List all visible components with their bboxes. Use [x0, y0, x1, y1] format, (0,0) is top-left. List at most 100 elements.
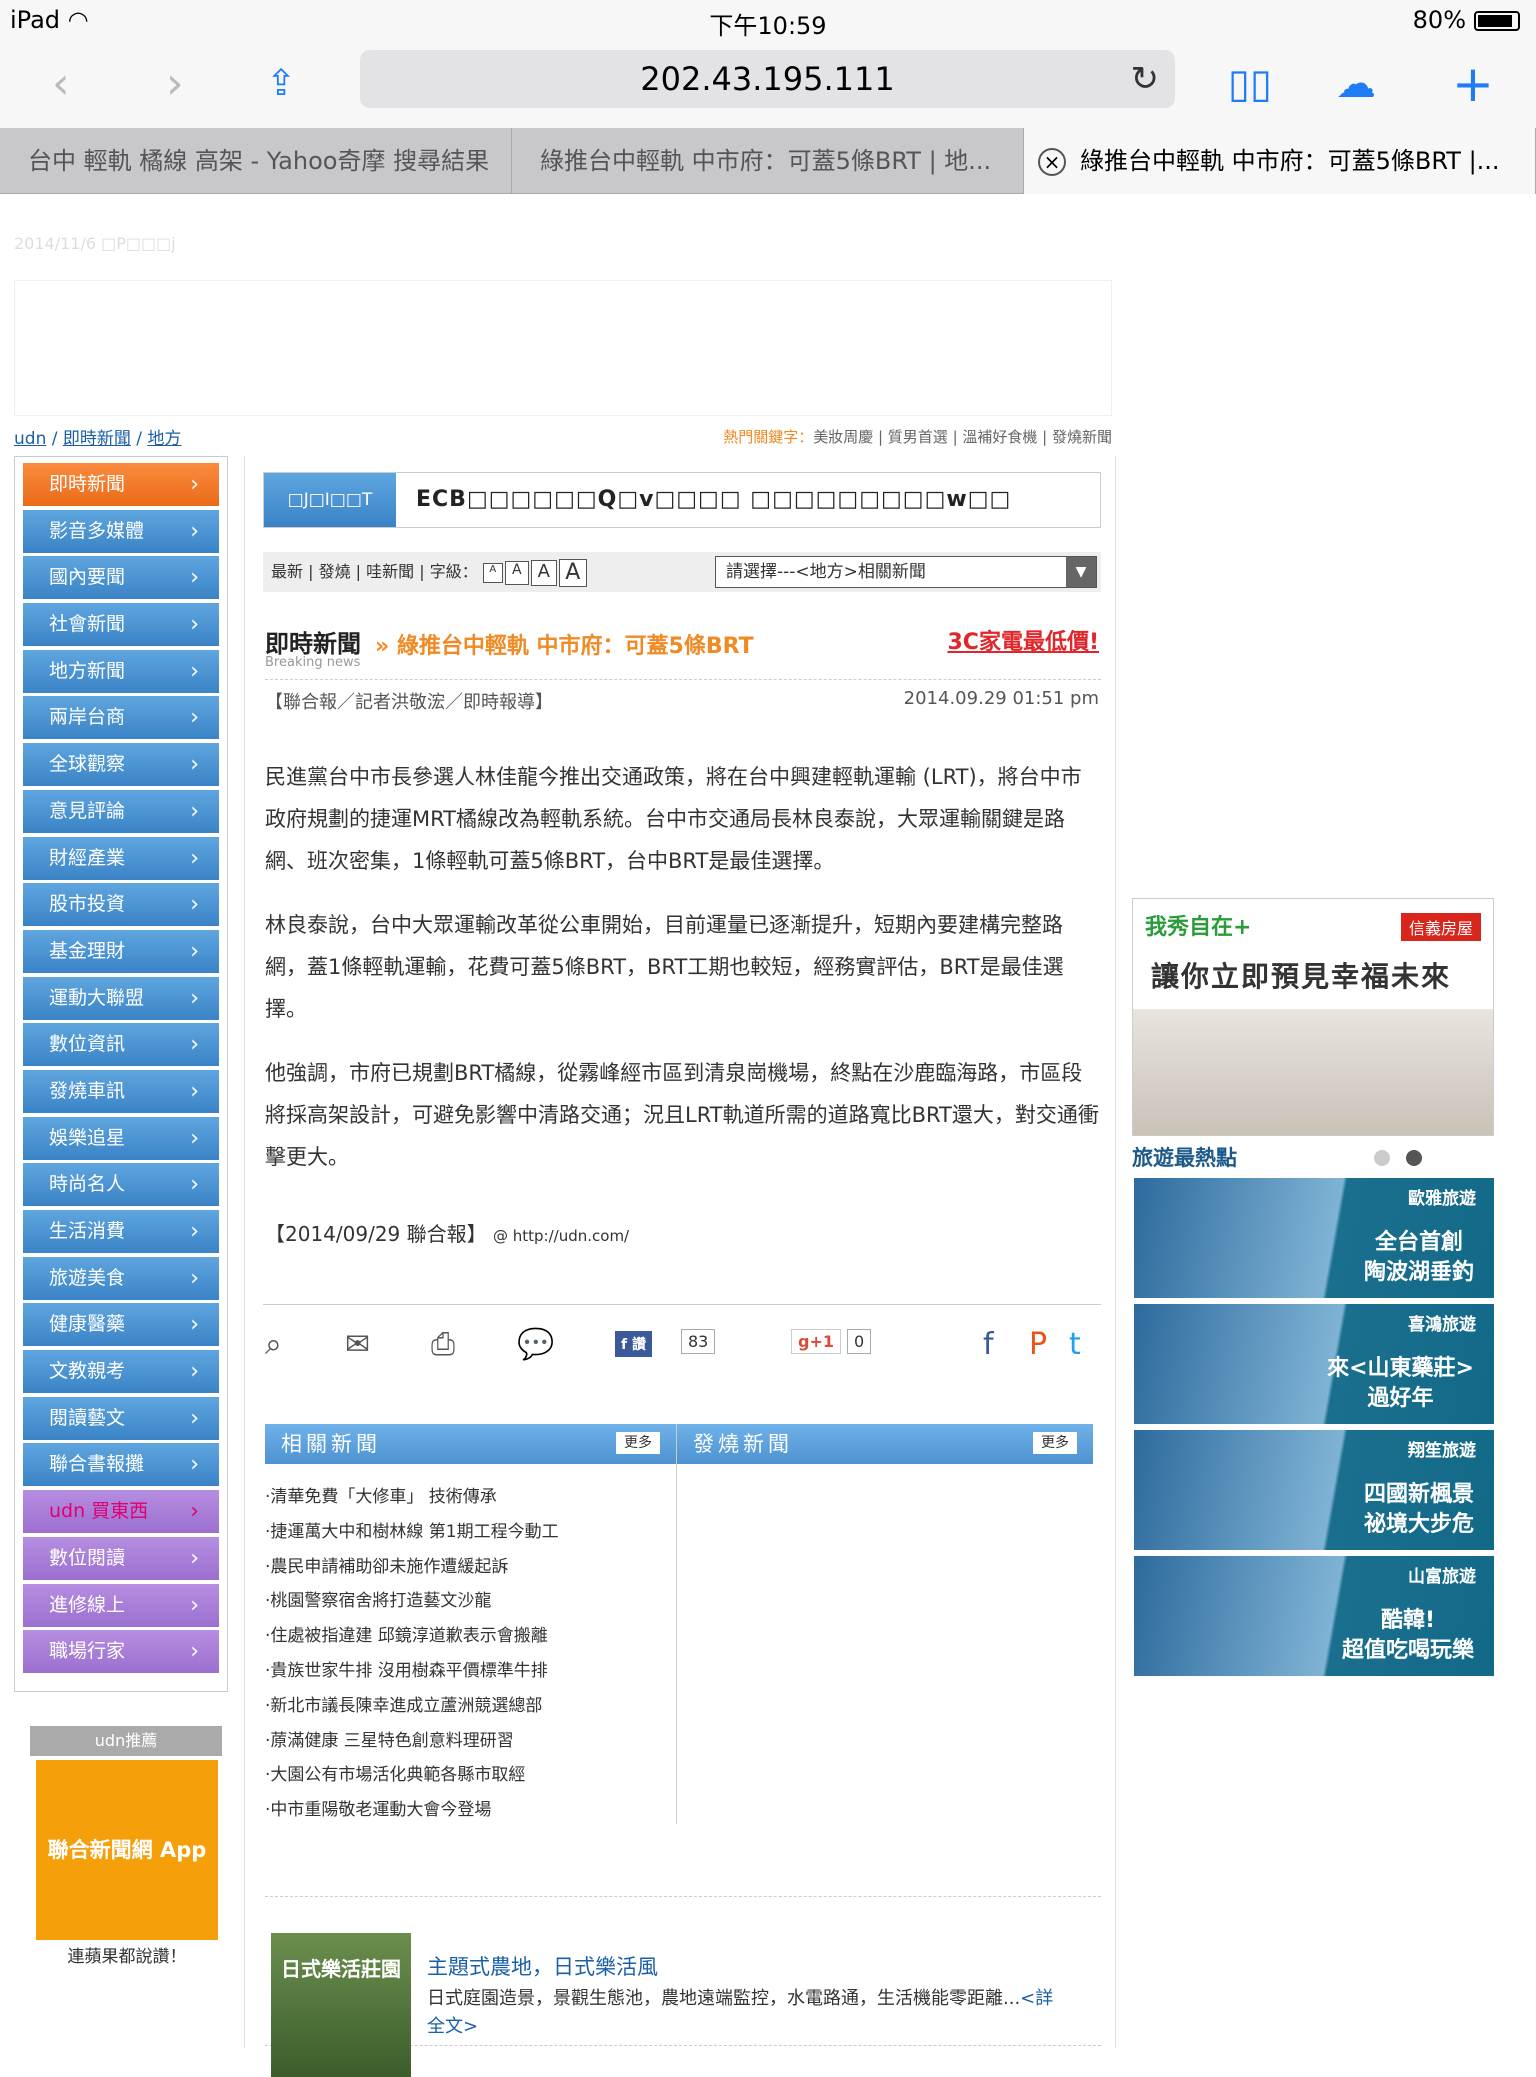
carousel-dot[interactable]: [1406, 1150, 1422, 1166]
carousel-dot[interactable]: [1374, 1150, 1390, 1166]
sidebar-item[interactable]: 社會新聞: [23, 603, 219, 647]
list-item[interactable]: 大園公有市場活化典範各縣市取經: [265, 1758, 676, 1793]
feature-ad[interactable]: 日式樂活莊園 主題式農地，日式樂活風 日式庭園造景，景觀生態池，農地遠端監控，水…: [265, 1896, 1101, 2077]
share-icon[interactable]: ⇪: [266, 54, 296, 114]
sidebar-item[interactable]: 職場行家: [23, 1630, 219, 1674]
right-ad[interactable]: 我秀自在+ 信義房屋 讓你立即預見幸福未來: [1132, 898, 1494, 1136]
footer-source: 【2014/09/29 聯合報】: [265, 1222, 487, 1246]
breadcrumb-instant-news[interactable]: 即時新聞: [63, 429, 131, 449]
app-promo[interactable]: 聯合新聞網 App: [36, 1760, 218, 1940]
sidebar-item[interactable]: 地方新聞: [23, 649, 219, 693]
reload-icon[interactable]: ↻: [1131, 50, 1160, 108]
sidebar-item[interactable]: 聯合書報攤: [23, 1443, 219, 1487]
font-size-xs-button[interactable]: A: [482, 562, 503, 583]
font-size-l-button[interactable]: A: [558, 558, 587, 587]
sidebar-item[interactable]: udn 買東西: [23, 1490, 219, 1534]
tab-label: 綠推台中輕軌 中市府：可蓋5條BRT | 地...: [540, 147, 992, 175]
site-date: 2014/11/6 □P□□□j: [14, 234, 176, 253]
related-more-button[interactable]: 更多: [616, 1432, 660, 1454]
sidebar-item[interactable]: 數位資訊: [23, 1023, 219, 1067]
travel-ad[interactable]: 翔笙旅遊 四國新楓景 祕境大步危: [1134, 1430, 1494, 1550]
travel-ad[interactable]: 歐雅旅遊 全台首創 陶波湖垂釣: [1134, 1178, 1494, 1298]
sidebar-item[interactable]: 旅遊美食: [23, 1256, 219, 1300]
sidebar-item[interactable]: 意見評論: [23, 789, 219, 833]
clock: 下午10:59: [709, 12, 827, 40]
sidebar-item[interactable]: 文教親考: [23, 1350, 219, 1394]
travel-slogan: 來<山東藥莊> 過好年: [1327, 1356, 1474, 1411]
comment-icon[interactable]: 💬: [517, 1327, 554, 1362]
plurk-icon[interactable]: P: [1029, 1327, 1047, 1362]
ad-logo: 我秀自在+: [1145, 915, 1252, 940]
list-item[interactable]: 農民申請補助卻未施作遭緩起訴: [265, 1550, 676, 1585]
close-tab-icon[interactable]: ×: [1038, 148, 1066, 176]
tab-article-active[interactable]: × 綠推台中輕軌 中市府：可蓋5條BRT |...: [1024, 128, 1536, 194]
footer-url[interactable]: @ http://udn.com/: [493, 1227, 629, 1245]
article-tools: 最新 | 發燒 | 哇新聞 | 字級： AAAA 請選擇---<地方>相關新聞 …: [263, 552, 1101, 592]
paragraph-2: 林良泰說，台中大眾運輸改革從公車開始，目前運量已逐漸提升，短期內要建構完整路網，…: [265, 913, 1064, 1021]
breadcrumb-local[interactable]: 地方: [147, 429, 181, 449]
facebook-icon[interactable]: f: [983, 1327, 994, 1362]
list-item[interactable]: 新北市議長陳幸進成立蘆洲競選總部: [265, 1689, 676, 1724]
headline-ad-link[interactable]: 3C家電最低價!: [948, 624, 1100, 656]
sidebar-item[interactable]: 股市投資: [23, 883, 219, 927]
sidebar-item[interactable]: 運動大聯盟: [23, 976, 219, 1020]
tools-links[interactable]: 最新 | 發燒 | 哇新聞 | 字級：: [271, 562, 478, 581]
list-item[interactable]: 桃園警察宿舍將打造藝文沙龍: [265, 1584, 676, 1619]
byline: 【聯合報／記者洪敬浤／即時報導】: [265, 692, 553, 713]
project-text: ECB□□□□□□Q□v□□□□ □□□□□□□□□w□□: [416, 487, 1012, 512]
sidebar-item[interactable]: 影音多媒體: [23, 509, 219, 553]
sidebar-item[interactable]: 兩岸台商: [23, 696, 219, 740]
tab-yahoo-search[interactable]: 台中 輕軌 橘線 高架 - Yahoo奇摩 搜尋結果: [0, 128, 512, 194]
related-news-select[interactable]: 請選擇---<地方>相關新聞 ▼: [715, 556, 1097, 588]
list-item[interactable]: 中市重陽敬老運動大會今登場: [265, 1793, 676, 1828]
sidebar-item[interactable]: 財經產業: [23, 836, 219, 880]
feature-image[interactable]: 日式樂活莊園: [271, 1933, 411, 2077]
sidebar-item[interactable]: 國內要聞: [23, 556, 219, 600]
sidebar-item[interactable]: 全球觀察: [23, 743, 219, 787]
travel-ad[interactable]: 山富旅遊 酷韓! 超值吃喝玩樂: [1134, 1556, 1494, 1676]
sidebar-item[interactable]: 閱讀藝文: [23, 1396, 219, 1440]
print-icon[interactable]: ⎙: [431, 1327, 455, 1362]
google-plus-button[interactable]: g+1: [791, 1329, 841, 1354]
tab-article-2[interactable]: 綠推台中輕軌 中市府：可蓋5條BRT | 地...: [512, 128, 1024, 194]
article-footer: 【2014/09/29 聯合報】 @ http://udn.com/: [265, 1218, 629, 1247]
sidebar-item[interactable]: 生活消費: [23, 1210, 219, 1253]
project-bar[interactable]: □J□I□□T ECB□□□□□□Q□v□□□□ □□□□□□□□□w□□: [263, 472, 1101, 528]
facebook-like-button[interactable]: f 讚: [615, 1331, 652, 1357]
sidebar-item[interactable]: 娛樂追星: [23, 1116, 219, 1160]
related-news: 相關新聞更多 清華免費「大修車」 技術傳承 捷運萬大中和樹林線 第1期工程今動工…: [265, 1424, 677, 1824]
forward-icon[interactable]: ›: [166, 54, 184, 114]
top-banner-ad[interactable]: [14, 280, 1112, 416]
search-icon[interactable]: ⌕: [265, 1327, 282, 1362]
hot-more-button[interactable]: 更多: [1033, 1432, 1077, 1454]
back-icon[interactable]: ‹: [52, 54, 70, 114]
hot-keywords-list[interactable]: 美妝周慶 | 質男首選 | 溫補好食機 | 發燒新聞: [813, 428, 1112, 446]
font-size-m-button[interactable]: A: [530, 559, 557, 586]
feature-title[interactable]: 主題式農地，日式樂活風: [427, 1951, 658, 1981]
breadcrumb-udn[interactable]: udn: [14, 429, 46, 449]
list-item[interactable]: 貴族世家牛排 沒用樹森平價標準牛排: [265, 1654, 676, 1689]
address-bar[interactable]: 202.43.195.111 ↻: [360, 50, 1175, 108]
sidebar-item[interactable]: 進修線上: [23, 1583, 219, 1627]
twitter-icon[interactable]: t: [1069, 1327, 1081, 1362]
travel-ad[interactable]: 喜鴻旅遊 來<山東藥莊> 過好年: [1134, 1304, 1494, 1424]
sidebar-item[interactable]: 時尚名人: [23, 1163, 219, 1207]
mail-icon[interactable]: ✉: [345, 1327, 370, 1362]
sidebar-item[interactable]: 數位閱讀: [23, 1536, 219, 1580]
hot-news: 發燒新聞 更多: [677, 1424, 1093, 1824]
font-size-s-button[interactable]: A: [504, 560, 529, 585]
list-item[interactable]: 捷運萬大中和樹林線 第1期工程今動工: [265, 1515, 676, 1550]
list-item[interactable]: 蒝滿健康 三星特色創意料理研習: [265, 1724, 676, 1759]
new-tab-icon[interactable]: +: [1452, 54, 1494, 114]
sidebar-item[interactable]: 健康醫藥: [23, 1303, 219, 1347]
list-item[interactable]: 住處被指違建 邱鏡淳道歉表示會搬離: [265, 1619, 676, 1654]
hot-keywords-label: 熱門關鍵字：: [723, 428, 814, 446]
sidebar-item[interactable]: 即時新聞: [23, 463, 219, 506]
travel-agency: 山富旅遊: [1408, 1567, 1476, 1587]
sidebar-item[interactable]: 發燒車訊: [23, 1069, 219, 1113]
status-bar: iPad ◠ 下午10:59 80%: [0, 0, 1536, 42]
cloud-tabs-icon[interactable]: ☁: [1336, 54, 1376, 114]
list-item[interactable]: 清華免費「大修車」 技術傳承: [265, 1480, 676, 1515]
bookmarks-icon[interactable]: ▯▯: [1228, 54, 1272, 114]
sidebar-item[interactable]: 基金理財: [23, 929, 219, 973]
